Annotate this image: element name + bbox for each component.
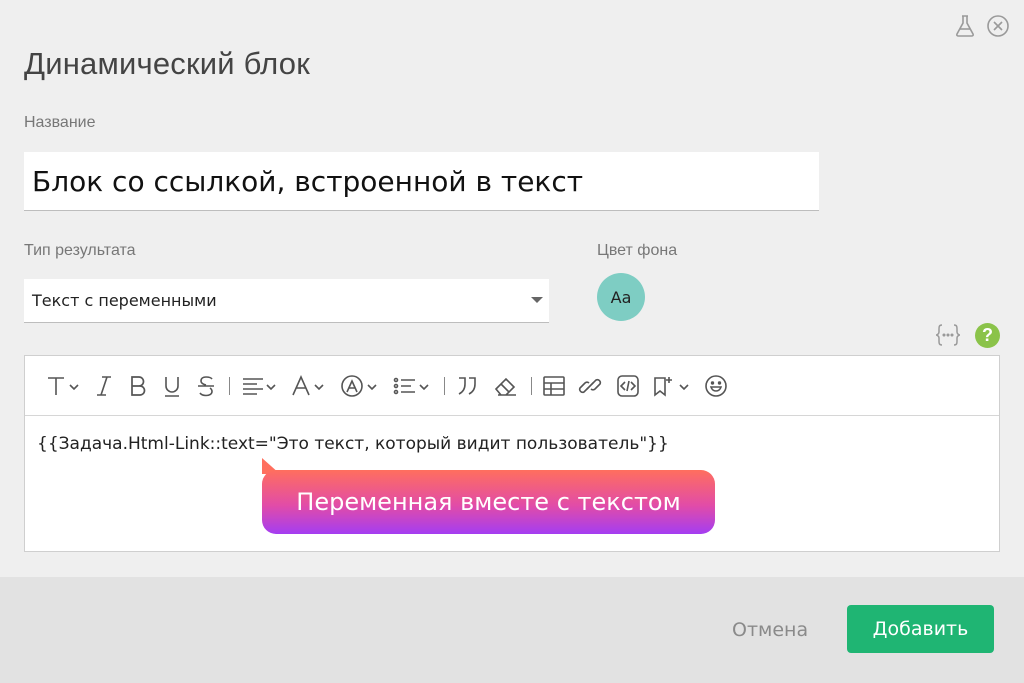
result-type-label: Тип результата xyxy=(24,242,136,259)
result-type-select[interactable]: Текст с переменными xyxy=(24,279,549,323)
callout-annotation: Переменная вместе с текстом xyxy=(262,470,715,534)
caret-down-icon xyxy=(531,297,543,303)
close-icon[interactable] xyxy=(986,14,1010,38)
link-icon[interactable] xyxy=(578,370,604,402)
bg-color-swatch-text: Aa xyxy=(610,287,632,307)
bg-color-swatch[interactable]: Aa xyxy=(597,273,645,321)
editor-toolbar xyxy=(25,356,999,416)
editor-content[interactable]: {{Задача.Html-Link::text="Это текст, кот… xyxy=(25,416,999,472)
variables-icon[interactable] xyxy=(934,322,962,353)
underline-icon[interactable] xyxy=(161,370,183,402)
text-style-icon[interactable] xyxy=(45,370,81,402)
editor-text: {{Задача.Html-Link::text="Это текст, кот… xyxy=(37,434,669,454)
eraser-icon[interactable] xyxy=(493,370,519,402)
align-icon[interactable] xyxy=(240,370,278,402)
callout-text: Переменная вместе с текстом xyxy=(296,488,681,516)
add-button[interactable]: Добавить xyxy=(847,605,994,653)
help-icon[interactable]: ? xyxy=(975,323,1000,348)
italic-icon[interactable] xyxy=(93,370,115,402)
name-input[interactable] xyxy=(24,152,819,211)
cancel-button[interactable]: Отмена xyxy=(712,607,828,653)
bookmark-add-icon[interactable] xyxy=(652,370,692,402)
dialog-title: Динамический блок xyxy=(24,46,311,81)
toolbar-separator xyxy=(444,376,445,395)
result-type-value: Текст с переменными xyxy=(32,291,217,310)
quote-icon[interactable] xyxy=(455,370,481,402)
dynamic-block-dialog: Динамический блок Название Тип результат… xyxy=(0,0,1024,683)
list-icon[interactable] xyxy=(392,370,432,402)
strikethrough-icon[interactable] xyxy=(195,370,217,402)
bg-color-label: Цвет фона xyxy=(597,242,678,259)
bold-icon[interactable] xyxy=(127,370,149,402)
toolbar-separator xyxy=(531,376,532,395)
code-icon[interactable] xyxy=(616,370,640,402)
dialog-top-icons xyxy=(954,14,1010,38)
table-icon[interactable] xyxy=(542,370,566,402)
flask-icon[interactable] xyxy=(954,14,976,38)
highlight-icon[interactable] xyxy=(340,370,380,402)
name-label: Название xyxy=(24,114,96,131)
emoji-icon[interactable] xyxy=(704,370,728,402)
toolbar-separator xyxy=(229,376,230,395)
font-color-icon[interactable] xyxy=(290,370,328,402)
